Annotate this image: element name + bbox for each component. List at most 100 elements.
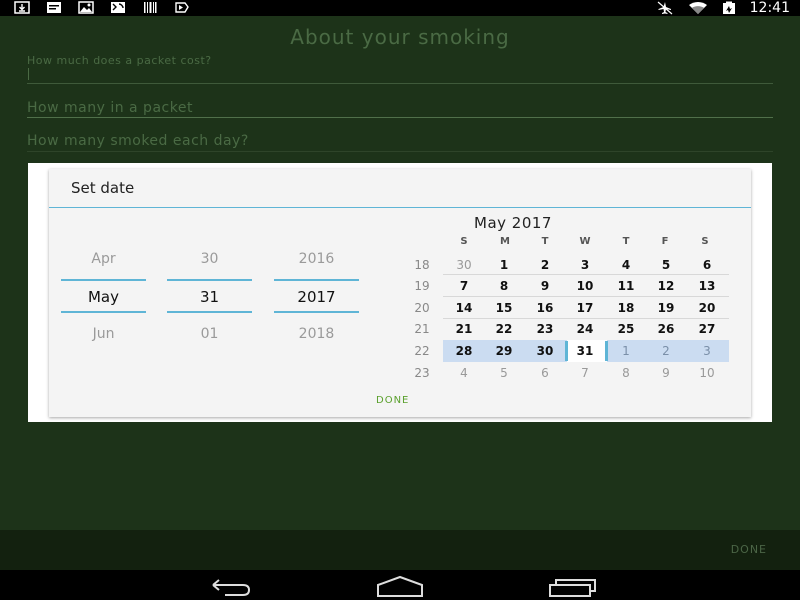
maps-icon (111, 2, 125, 13)
calendar-day[interactable]: 29 (488, 344, 520, 358)
calendar-day[interactable]: 5 (488, 366, 520, 380)
calendar-day[interactable]: 9 (529, 279, 561, 293)
year-prev[interactable]: 2016 (274, 251, 359, 267)
calendar-day[interactable]: 26 (650, 322, 682, 336)
calendar-day[interactable]: 7 (448, 279, 480, 293)
calendar-day[interactable]: 3 (569, 258, 601, 272)
month-prev[interactable]: Apr (61, 251, 146, 267)
calendar-day[interactable]: 25 (610, 322, 642, 336)
calendar-day[interactable]: 30 (448, 258, 480, 272)
packet-count-field[interactable]: How many in a packet (27, 100, 773, 118)
calendar-day[interactable]: 3 (691, 344, 723, 358)
month-line-top (61, 279, 146, 281)
week-number: 22 (414, 344, 430, 358)
dialog-divider (49, 207, 751, 208)
airplane-off-icon (657, 1, 673, 15)
calendar-day[interactable]: 22 (488, 322, 520, 336)
month-current[interactable]: May (61, 288, 146, 306)
calendar-day[interactable]: 11 (610, 279, 642, 293)
back-icon[interactable] (205, 575, 255, 597)
download-icon (14, 1, 30, 14)
day-current[interactable]: 31 (167, 288, 252, 306)
calendar-day[interactable]: 17 (569, 301, 601, 315)
text-cursor (28, 68, 29, 80)
calendar-day[interactable]: 21 (448, 322, 480, 336)
calendar-month-title: May 2017 (474, 214, 552, 232)
calendar-day[interactable]: 16 (529, 301, 561, 315)
calendar-day[interactable]: 15 (488, 301, 520, 315)
weekday-sat: S (701, 236, 709, 247)
calendar-day[interactable]: 28 (448, 344, 480, 358)
calendar-day[interactable]: 27 (691, 322, 723, 336)
weekday-sun: S (460, 236, 468, 247)
calendar-day[interactable]: 8 (610, 366, 642, 380)
month-line-bottom (61, 311, 146, 313)
wifi-icon (688, 2, 707, 14)
calendar-day[interactable]: 14 (448, 301, 480, 315)
month-next[interactable]: Jun (61, 326, 146, 342)
calendar-day[interactable]: 19 (650, 301, 682, 315)
play-store-icon (175, 2, 189, 13)
status-time: 12:41 (749, 0, 790, 16)
weekday-mon: M (500, 236, 510, 247)
calendar-day[interactable]: 4 (448, 366, 480, 380)
calendar-day[interactable]: 1 (610, 344, 642, 358)
selected-day-marker-right (605, 341, 608, 361)
recents-icon[interactable] (548, 575, 598, 597)
calendar-row-divider (443, 274, 729, 275)
day-next[interactable]: 01 (167, 326, 252, 342)
calendar-day[interactable]: 10 (691, 366, 723, 380)
status-bar: 12:41 (0, 0, 800, 16)
calendar-day[interactable]: 30 (529, 344, 561, 358)
week-number: 20 (414, 301, 430, 315)
year-current[interactable]: 2017 (274, 288, 359, 306)
app-bottom-bar: DONE (0, 530, 800, 570)
calendar-day[interactable]: 1 (488, 258, 520, 272)
photo-icon (78, 1, 94, 14)
calendar-day[interactable]: 7 (569, 366, 601, 380)
calendar-day[interactable]: 18 (610, 301, 642, 315)
selected-day-marker-left (565, 341, 568, 361)
calendar-day[interactable]: 23 (529, 322, 561, 336)
calendar-day[interactable]: 2 (529, 258, 561, 272)
daily-smoked-field[interactable]: How many smoked each day? (27, 133, 773, 152)
message-icon (47, 2, 61, 13)
calendar-day[interactable]: 4 (610, 258, 642, 272)
app-done-button[interactable]: DONE (731, 543, 767, 556)
calendar-day[interactable]: 13 (691, 279, 723, 293)
weekday-tue: T (541, 236, 549, 247)
calendar-day[interactable]: 24 (569, 322, 601, 336)
dialog-done-button[interactable]: DONE (376, 395, 409, 406)
calendar-row-divider (443, 318, 729, 319)
dialog-title: Set date (71, 179, 135, 197)
packet-count-hint: How many in a packet (27, 100, 193, 116)
year-line-top (274, 279, 359, 281)
week-number: 21 (414, 322, 430, 336)
calendar-day[interactable]: 10 (569, 279, 601, 293)
packet-cost-field[interactable]: How much does a packet cost? (27, 54, 773, 84)
week-number: 23 (414, 366, 430, 380)
weekday-wed: W (579, 236, 591, 247)
calendar-day[interactable]: 5 (650, 258, 682, 272)
calendar-day[interactable]: 6 (529, 366, 561, 380)
home-icon[interactable] (375, 575, 425, 597)
year-line-bottom (274, 311, 359, 313)
calendar-day[interactable]: 8 (488, 279, 520, 293)
battery-icon (722, 1, 735, 14)
day-prev[interactable]: 30 (167, 251, 252, 267)
weekday-thu: T (622, 236, 630, 247)
set-date-dialog: Set date Apr May Jun 30 31 01 2016 2017 … (49, 169, 751, 417)
week-number: 18 (414, 258, 430, 272)
calendar-day[interactable]: 12 (650, 279, 682, 293)
day-line-top (167, 279, 252, 281)
packet-cost-hint: How much does a packet cost? (27, 54, 212, 67)
calendar-day[interactable]: 6 (691, 258, 723, 272)
calendar-day[interactable]: 2 (650, 344, 682, 358)
calendar-row-divider (443, 296, 729, 297)
calendar-day[interactable]: 20 (691, 301, 723, 315)
year-next[interactable]: 2018 (274, 326, 359, 342)
calendar-day-selected[interactable]: 31 (569, 344, 601, 358)
week-number: 19 (414, 279, 430, 293)
calendar-day[interactable]: 9 (650, 366, 682, 380)
page-title: About your smoking (290, 25, 510, 49)
